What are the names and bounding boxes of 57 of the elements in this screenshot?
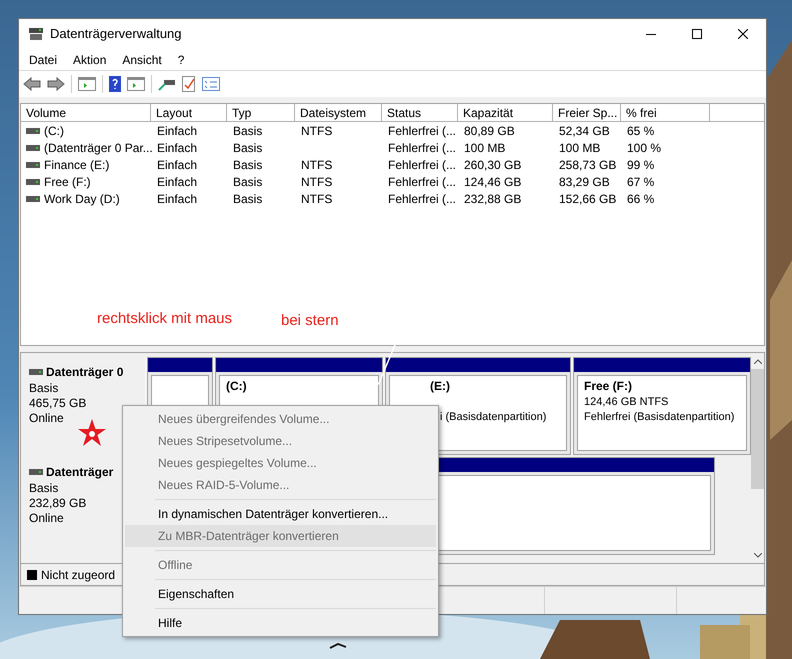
table-cell-text: (Datenträger 0 Par... [44,140,153,156]
table-cell: Basis [233,140,262,154]
partition-info: 124,46 GB NTFS [584,395,670,410]
table-cell: Einfach [157,174,198,188]
table-cell: 80,89 GB [464,124,515,138]
table-cell: NTFS [301,124,332,138]
table-cell: Basis [233,158,262,172]
table-cell: 258,73 GB [559,158,616,172]
table-cell: Fehlerfrei (... [388,158,456,172]
disk-info: Online [29,511,65,526]
table-cell: Basis [233,192,262,206]
table-cell: 65 % [627,124,654,138]
table-cell: NTFS [301,192,332,206]
disk-name: Datenträger [46,464,114,481]
table-cell: 66 % [627,192,654,206]
table-cell: 67 % [627,174,654,188]
window-title: Datenträgerverwaltung [50,25,182,44]
partition-info: Fehlerfrei (Basisdatenpartition) [584,410,736,425]
table-cell: 152,66 GB [559,192,616,206]
partition-info: i (Basisdatenpartition) [439,410,548,425]
partition-title: Free (F:) [584,378,633,395]
table-cell: Basis [233,174,262,188]
disk-info: Basis [29,481,60,496]
table-cell: Einfach [157,140,198,154]
table-cell: Fehlerfrei (... [388,192,456,206]
table-cell: Einfach [157,192,198,206]
disk-info: Basis [29,381,60,396]
disk-info: Online [29,411,65,426]
partition-title: (E:) [430,378,451,395]
table-cell: Fehlerfrei (... [388,174,456,188]
table-cell-text: (C:) [44,122,64,140]
table-cell-text: Free (F:) [44,174,91,190]
table-cell: 100 MB [464,140,506,154]
table-cell: 100 % [627,140,662,154]
table-cell: NTFS [301,158,332,172]
table-cell: Einfach [157,124,198,138]
table-cell: Basis [233,124,262,138]
table-cell: 260,30 GB [464,158,522,172]
table-cell: 52,34 GB [559,124,610,138]
disk-info: 465,75 GB [29,396,88,411]
table-cell-text: Finance (E:) [44,156,110,174]
disk-name: Datenträger 0 [46,364,124,381]
table-cell: Fehlerfrei (... [388,140,456,154]
table-cell: Einfach [157,158,198,172]
legend-label: Nicht zugeord [41,566,116,584]
table-cell-text: Work Day (D:) [44,190,120,208]
table-cell: 99 % [627,158,654,172]
disk-info: 232,89 GB [29,496,88,511]
annotation-text: rechtsklick mit maus [97,309,232,329]
table-cell: 100 MB [559,140,600,154]
table-cell: Fehlerfrei (... [388,124,456,138]
table-cell: 124,46 GB [464,174,522,188]
table-cell: 232,88 GB [464,192,522,206]
partition-title: (C:) [226,378,248,395]
annotation-text: bei stern [281,311,339,331]
table-cell: NTFS [301,174,332,188]
table-cell: 83,29 GB [559,174,610,188]
